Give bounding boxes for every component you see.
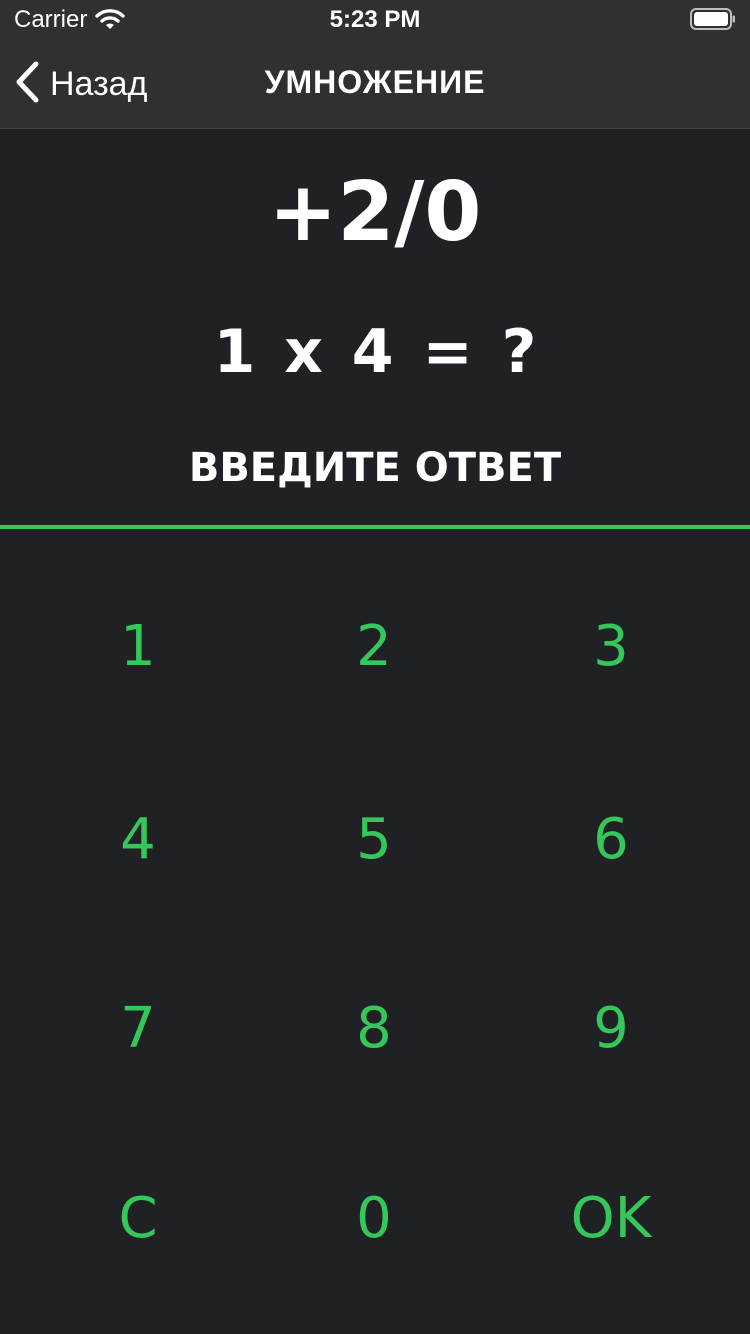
battery-icon [690,8,736,34]
answer-field: ВВЕДИТЕ ОТВЕТ [188,445,562,491]
score-display: +2/0 [268,165,482,260]
clear-button[interactable]: C [0,1122,276,1314]
nav-bar: Назад УМНОЖЕНИЕ [0,40,750,128]
ok-button[interactable]: OK [472,1122,750,1314]
key-7[interactable]: 7 [0,934,276,1122]
answer-underline [0,525,750,529]
key-1[interactable]: 1 [0,548,276,744]
key-3[interactable]: 3 [472,548,750,744]
key-6[interactable]: 6 [472,744,750,934]
status-bar: Carrier 5:23 PM [0,0,750,40]
top-bar: Carrier 5:23 PM Назад УМНОЖЕНИЕ [0,0,750,129]
question-text: 1 x 4 = ? [213,317,537,387]
key-5[interactable]: 5 [276,744,472,934]
status-time: 5:23 PM [329,6,421,33]
key-9[interactable]: 9 [472,934,750,1122]
page-title: УМНОЖЕНИЕ [264,64,486,100]
key-8[interactable]: 8 [276,934,472,1122]
key-0[interactable]: 0 [276,1122,472,1314]
key-4[interactable]: 4 [0,744,276,934]
keypad: 1 2 3 4 5 6 7 8 9 C 0 OK [0,548,750,1308]
key-2[interactable]: 2 [276,548,472,744]
